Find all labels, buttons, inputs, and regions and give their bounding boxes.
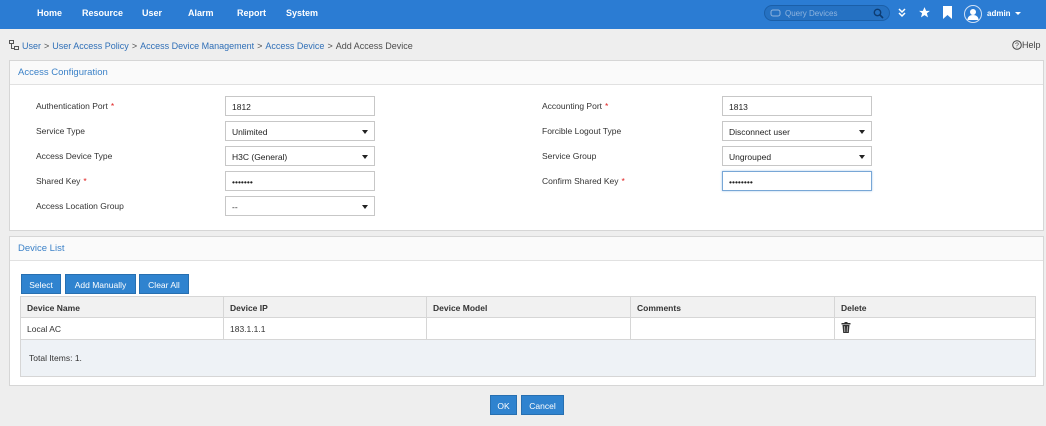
cancel-button[interactable]: Cancel	[521, 395, 564, 415]
chevron-down-icon[interactable]	[1015, 12, 1021, 15]
breadcrumb-separator: >	[44, 41, 50, 51]
device-type-select[interactable]: H3C (General)	[225, 146, 375, 166]
service-type-select[interactable]: Unlimited	[225, 121, 375, 141]
device-type-label: Access Device Type	[36, 151, 113, 161]
trash-icon[interactable]	[841, 322, 851, 335]
help-label: Help	[1022, 40, 1041, 50]
auth-port-input[interactable]: 1812	[225, 96, 375, 116]
table-header: Device Name Device IP Device Model Comme…	[21, 297, 1035, 318]
panel-title: Access Configuration	[10, 61, 1043, 85]
column-header-comments[interactable]: Comments	[631, 297, 835, 317]
column-header-device-model[interactable]: Device Model	[427, 297, 631, 317]
access-configuration-panel: Access Configuration Authentication Port…	[9, 60, 1044, 231]
dropdown-arrow-icon	[362, 155, 368, 159]
user-name[interactable]: admin	[987, 9, 1011, 18]
location-group-label: Access Location Group	[36, 201, 124, 211]
bookmark-icon[interactable]	[943, 6, 952, 21]
double-chevron-down-icon[interactable]	[898, 8, 906, 20]
column-header-device-ip[interactable]: Device IP	[224, 297, 427, 317]
nav-report[interactable]: Report	[237, 8, 266, 18]
breadcrumb-current: Add Access Device	[335, 41, 413, 51]
auth-port-label: Authentication Port *	[36, 101, 115, 111]
confirm-key-label: Confirm Shared Key *	[542, 176, 625, 186]
cell-device-name: Local AC	[21, 318, 224, 339]
nav-home[interactable]: Home	[37, 8, 62, 18]
forcible-logout-label: Forcible Logout Type	[542, 126, 622, 136]
location-group-select[interactable]: --	[225, 196, 375, 216]
nav-system[interactable]: System	[286, 8, 318, 18]
breadcrumb-access-device-management[interactable]: Access Device Management	[140, 41, 254, 51]
table-row: Local AC 183.1.1.1	[21, 318, 1035, 340]
breadcrumb-user-access-policy[interactable]: User Access Policy	[52, 41, 129, 51]
breadcrumb-access-device[interactable]: Access Device	[265, 41, 324, 51]
column-header-device-name[interactable]: Device Name	[21, 297, 224, 317]
nav-user[interactable]: User	[142, 8, 162, 18]
svg-text:?: ?	[1015, 43, 1019, 50]
required-mark: *	[110, 101, 115, 111]
device-search-box[interactable]: Query Devices	[764, 5, 890, 21]
ok-button[interactable]: OK	[490, 395, 517, 415]
column-header-delete: Delete	[841, 303, 867, 313]
service-group-select[interactable]: Ungrouped	[722, 146, 872, 166]
required-mark: *	[83, 176, 87, 186]
cell-device-ip: 183.1.1.1	[224, 318, 427, 339]
breadcrumb-separator: >	[131, 41, 138, 51]
select-button[interactable]: Select	[21, 274, 61, 294]
nav-alarm[interactable]: Alarm	[188, 8, 214, 18]
breadcrumb: User > User Access Policy > Access Device Ma…	[9, 40, 413, 52]
user-tree-icon	[9, 40, 19, 52]
shared-key-input[interactable]: •••••••	[225, 171, 375, 191]
cell-comments	[631, 318, 835, 339]
dropdown-arrow-icon	[859, 155, 865, 159]
dropdown-arrow-icon	[362, 130, 368, 134]
service-group-label: Service Group	[542, 151, 597, 161]
search-icon[interactable]	[873, 8, 884, 21]
service-type-label: Service Type	[36, 126, 85, 136]
breadcrumb-separator: >	[327, 41, 333, 51]
breadcrumb-separator: >	[257, 41, 263, 51]
help-link[interactable]: ? Help	[1012, 40, 1041, 52]
add-manually-button[interactable]: Add Manually	[65, 274, 136, 294]
shared-key-label: Shared Key *	[36, 176, 87, 186]
clear-all-button[interactable]: Clear All	[139, 274, 189, 294]
tag-icon	[770, 8, 782, 20]
star-icon[interactable]	[918, 6, 931, 21]
device-list-panel: Device List Select Add Manually Clear Al…	[9, 236, 1044, 386]
total-items: Total Items: 1.	[29, 353, 82, 363]
required-mark: *	[621, 176, 625, 186]
help-icon: ?	[1012, 40, 1022, 52]
panel-title: Device List	[10, 237, 1043, 261]
forcible-logout-select[interactable]: Disconnect user	[722, 121, 872, 141]
breadcrumb-user[interactable]: User	[22, 41, 41, 51]
confirm-key-input[interactable]: ••••••••	[722, 171, 872, 191]
cell-device-model	[427, 318, 631, 339]
dropdown-arrow-icon	[362, 205, 368, 209]
nav-resource[interactable]: Resource	[82, 8, 123, 18]
top-nav-bar: Home Resource User Alarm Report System Q…	[0, 0, 1046, 29]
cell-delete	[835, 318, 1037, 339]
avatar[interactable]	[964, 5, 982, 23]
dropdown-arrow-icon	[859, 130, 865, 134]
acct-port-label: Accounting Port *	[542, 101, 609, 111]
required-mark: *	[605, 101, 609, 111]
search-placeholder: Query Devices	[785, 9, 838, 18]
device-table: Device Name Device IP Device Model Comme…	[20, 296, 1036, 377]
acct-port-input[interactable]: 1813	[722, 96, 872, 116]
table-footer: Total Items: 1.	[21, 340, 1035, 376]
